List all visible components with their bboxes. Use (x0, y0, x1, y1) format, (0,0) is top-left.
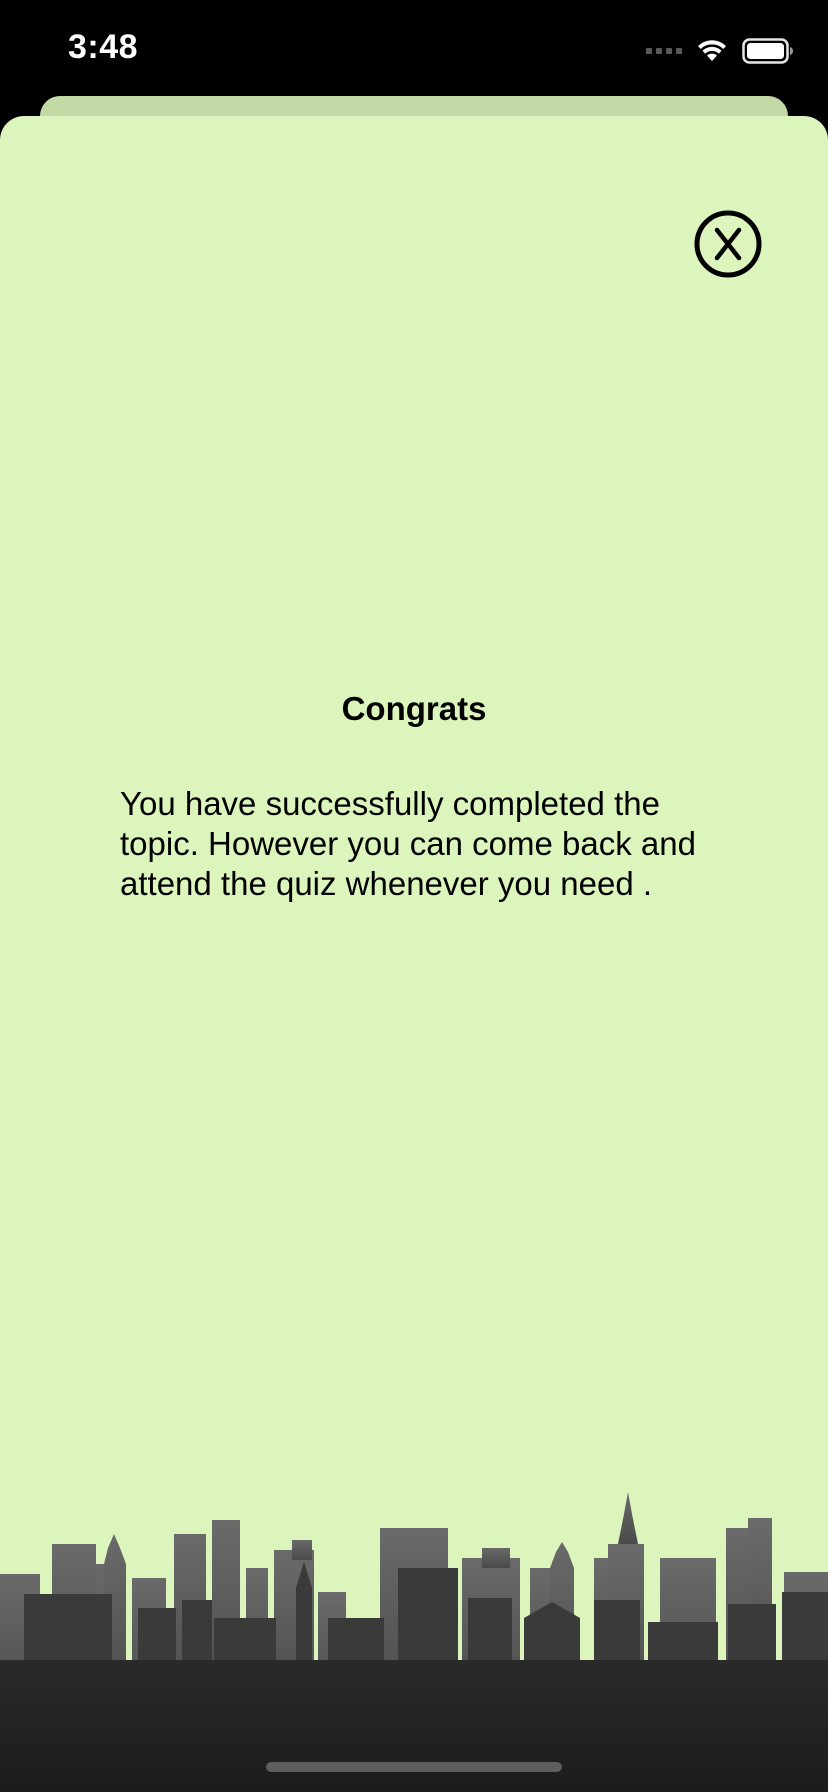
wifi-icon (698, 40, 726, 61)
battery-icon (742, 38, 793, 64)
status-bar: 3:48 (0, 0, 828, 100)
close-button[interactable] (694, 210, 762, 278)
close-circle-x-icon (694, 210, 762, 278)
screen: 3:48 Congrats You have successfully comp… (0, 0, 828, 1792)
cellular-signal-icon (646, 48, 682, 54)
status-time: 3:48 (68, 28, 139, 66)
modal-title: Congrats (341, 690, 487, 727)
status-icons (646, 36, 794, 66)
modal-message: You have successfully completed the topi… (120, 785, 696, 902)
congrats-modal-sheet: Congrats You have successfully completed… (0, 116, 828, 1792)
home-indicator[interactable] (266, 1762, 562, 1772)
city-skyline-illustration (0, 1492, 828, 1792)
